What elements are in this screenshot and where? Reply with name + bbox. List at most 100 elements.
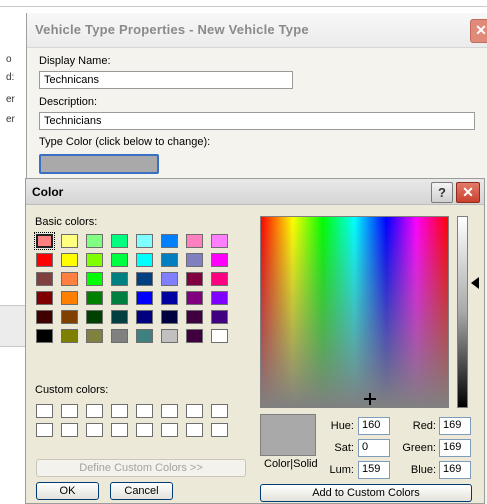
blue-field[interactable]: 169 <box>439 461 471 479</box>
basic-color-swatch[interactable] <box>61 291 78 305</box>
basic-color-swatch[interactable] <box>61 310 78 324</box>
background-window-edge <box>0 6 487 7</box>
basic-color-swatch[interactable] <box>211 310 228 324</box>
basic-color-swatch[interactable] <box>186 291 203 305</box>
basic-color-swatch[interactable] <box>161 310 178 324</box>
custom-colors-label: Custom colors: <box>35 384 109 396</box>
basic-color-swatch[interactable] <box>61 329 78 343</box>
type-color-button[interactable] <box>39 154 159 174</box>
basic-color-swatch[interactable] <box>136 310 153 324</box>
basic-color-swatch[interactable] <box>86 253 103 267</box>
custom-color-swatch[interactable] <box>186 423 203 437</box>
custom-color-swatch[interactable] <box>111 404 128 418</box>
lum-field[interactable]: 159 <box>358 461 390 479</box>
basic-color-swatch[interactable] <box>111 310 128 324</box>
ok-button[interactable]: OK <box>36 482 99 500</box>
basic-color-swatch[interactable] <box>86 310 103 324</box>
custom-color-swatch[interactable] <box>211 423 228 437</box>
basic-color-swatch[interactable] <box>136 291 153 305</box>
type-color-label: Type Color (click below to change): <box>39 136 211 148</box>
custom-color-swatch[interactable] <box>186 404 203 418</box>
basic-color-swatch[interactable] <box>211 234 228 248</box>
basic-color-swatch[interactable] <box>186 253 203 267</box>
basic-color-swatch[interactable] <box>61 253 78 267</box>
custom-color-swatch[interactable] <box>86 423 103 437</box>
basic-color-swatch[interactable] <box>111 253 128 267</box>
custom-color-swatch[interactable] <box>36 404 53 418</box>
color-spectrum[interactable] <box>260 216 449 408</box>
basic-color-swatch[interactable] <box>186 310 203 324</box>
blue-label: Blue: <box>410 464 436 476</box>
sat-label: Sat: <box>334 442 354 454</box>
custom-color-swatch[interactable] <box>86 404 103 418</box>
basic-color-swatch[interactable] <box>136 234 153 248</box>
red-field[interactable]: 169 <box>439 417 471 435</box>
basic-color-swatch[interactable] <box>161 291 178 305</box>
basic-colors-label: Basic colors: <box>35 216 98 228</box>
background-window-fragment: o d: er er <box>0 54 15 144</box>
custom-color-swatch[interactable] <box>61 404 78 418</box>
basic-color-swatch[interactable] <box>211 253 228 267</box>
basic-color-swatch[interactable] <box>111 291 128 305</box>
help-icon[interactable]: ? <box>431 182 453 203</box>
basic-color-swatch[interactable] <box>211 291 228 305</box>
custom-color-swatch[interactable] <box>36 423 53 437</box>
luminosity-slider[interactable] <box>457 216 468 408</box>
basic-color-swatch[interactable] <box>36 310 53 324</box>
basic-color-swatch[interactable] <box>34 232 55 250</box>
basic-color-swatch[interactable] <box>186 329 203 343</box>
basic-color-swatch[interactable] <box>61 234 78 248</box>
basic-color-swatch[interactable] <box>36 272 53 286</box>
basic-color-swatch[interactable] <box>186 234 203 248</box>
color-solid-label: Color|Solid <box>264 458 318 470</box>
basic-color-swatch[interactable] <box>161 329 178 343</box>
basic-color-swatch[interactable] <box>86 329 103 343</box>
basic-color-swatch[interactable] <box>36 253 53 267</box>
green-field[interactable]: 169 <box>439 439 471 457</box>
custom-color-swatch[interactable] <box>136 423 153 437</box>
display-name-input[interactable]: Technicans <box>39 71 293 89</box>
dialog-titlebar[interactable]: Vehicle Type Properties - New Vehicle Ty… <box>27 13 487 48</box>
custom-color-swatch[interactable] <box>136 404 153 418</box>
basic-color-swatch[interactable] <box>211 329 228 343</box>
basic-color-swatch[interactable] <box>161 272 178 286</box>
basic-color-swatch[interactable] <box>36 329 53 343</box>
background-text: er <box>6 94 15 105</box>
custom-color-swatch[interactable] <box>161 404 178 418</box>
hue-label: Hue: <box>330 420 354 432</box>
custom-color-swatch[interactable] <box>61 423 78 437</box>
close-icon[interactable]: ✕ <box>470 19 487 43</box>
background-text: o <box>6 54 12 65</box>
close-icon[interactable]: ✕ <box>456 182 480 203</box>
hue-field[interactable]: 160 <box>358 417 390 435</box>
basic-color-swatch[interactable] <box>186 272 203 286</box>
basic-color-swatch[interactable] <box>86 272 103 286</box>
sat-field[interactable]: 0 <box>358 439 390 457</box>
basic-color-swatch[interactable] <box>161 234 178 248</box>
color-dialog-titlebar[interactable]: Color <box>26 179 484 205</box>
color-dialog: Color ? ✕ Basic colors: Custom colors: D… <box>25 178 485 504</box>
basic-color-swatch[interactable] <box>161 253 178 267</box>
basic-color-swatch[interactable] <box>61 272 78 286</box>
basic-color-swatch[interactable] <box>136 253 153 267</box>
custom-color-swatch[interactable] <box>111 423 128 437</box>
add-to-custom-colors-button[interactable]: Add to Custom Colors <box>260 484 472 502</box>
basic-color-swatch[interactable] <box>136 272 153 286</box>
basic-color-swatch[interactable] <box>111 272 128 286</box>
basic-color-swatch[interactable] <box>36 291 53 305</box>
basic-color-swatch[interactable] <box>111 234 128 248</box>
description-input[interactable]: Technicians <box>39 112 475 130</box>
basic-color-swatch[interactable] <box>86 291 103 305</box>
background-panel-strip <box>0 305 28 347</box>
green-label: Green: <box>402 442 436 454</box>
custom-color-swatch[interactable] <box>211 404 228 418</box>
basic-color-swatch[interactable] <box>86 234 103 248</box>
basic-color-swatch[interactable] <box>111 329 128 343</box>
basic-color-swatch[interactable] <box>211 272 228 286</box>
background-text: d: <box>6 72 15 83</box>
custom-color-swatch[interactable] <box>161 423 178 437</box>
cancel-button[interactable]: Cancel <box>110 482 173 500</box>
define-custom-colors-button[interactable]: Define Custom Colors >> <box>36 459 246 477</box>
basic-color-swatch[interactable] <box>136 329 153 343</box>
luminosity-arrow-icon[interactable] <box>471 277 479 289</box>
